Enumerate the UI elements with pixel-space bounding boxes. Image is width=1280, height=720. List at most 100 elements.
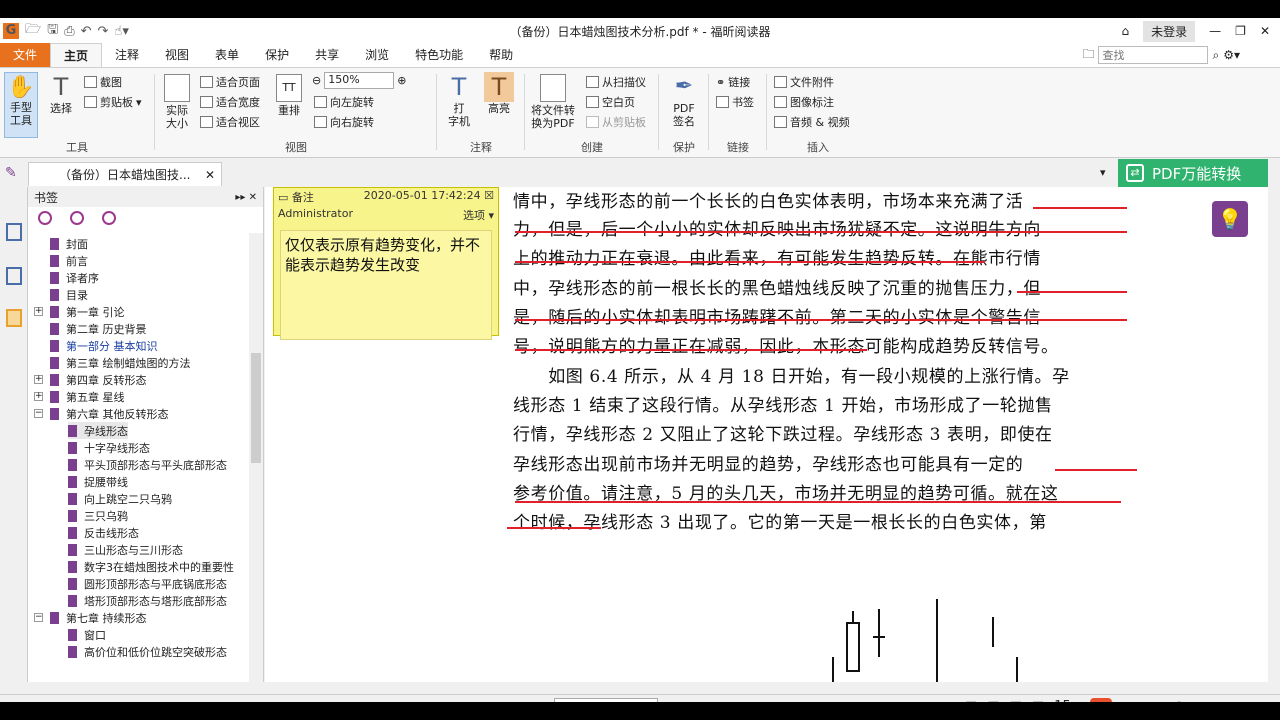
close-icon[interactable]: ✕ [1260, 24, 1270, 38]
settings-gear-icon[interactable]: ⚙▾ [1223, 48, 1240, 62]
tab-close-icon[interactable]: ✕ [205, 168, 215, 182]
bookmark-item[interactable]: 平头顶部形态与平头底部形态 [68, 456, 227, 473]
ime-chinese-icon[interactable]: 中 [1118, 700, 1130, 703]
bookmark-item[interactable]: 第七章 持续形态 [50, 609, 147, 626]
fit-area-button[interactable]: 适合视区 [200, 114, 260, 130]
bookmark-item[interactable]: 三只乌鸦 [68, 507, 128, 524]
bookmark-item[interactable]: 第一部分 基本知识 [50, 337, 158, 354]
file-attachment-button[interactable]: 文件附件 [774, 74, 834, 90]
bookmark-item[interactable]: 向上跳空二只乌鸦 [68, 490, 172, 507]
tab-comment[interactable]: 注释 [102, 43, 152, 67]
audio-video-button[interactable]: 音频 & 视频 [774, 114, 850, 130]
collapse-icon[interactable]: − [34, 613, 43, 622]
comments-panel-icon[interactable] [6, 309, 22, 327]
tab-form[interactable]: 表单 [202, 43, 252, 67]
sogou-ime-icon[interactable]: S [1090, 698, 1112, 702]
bookmark-item[interactable]: 圆形顶部形态与平底锅底形态 [68, 575, 227, 592]
pdf-sign-button[interactable]: ✒ PDF 签名 [666, 72, 702, 128]
bookmark-item[interactable]: 译者序 [50, 269, 99, 286]
note-close-icon[interactable]: ☒ [484, 189, 494, 202]
zoom-level[interactable]: 15 [1054, 699, 1071, 702]
expand-icon[interactable]: + [34, 392, 43, 401]
hand-dropdown-icon[interactable]: ☝▾ [114, 24, 128, 39]
tab-protect[interactable]: 保护 [252, 43, 302, 67]
bookmark-item[interactable]: 第三章 绘制蜡烛图的方法 [50, 354, 191, 371]
bookmark-scroll-thumb[interactable] [251, 353, 261, 463]
pdf-convert-button[interactable]: ⇄ PDF万能转换 [1118, 159, 1268, 187]
ime-shirt-icon[interactable]: 👕 [1212, 701, 1227, 702]
bookmark-item[interactable]: 第一章 引论 [50, 303, 125, 320]
bookmark-item[interactable]: 第四章 反转形态 [50, 371, 147, 388]
reflow-button[interactable]: TT 重排 [274, 74, 304, 117]
expand-icon[interactable]: + [34, 375, 43, 384]
expand-icon[interactable]: + [34, 307, 43, 316]
bookmark-item[interactable]: 第五章 星线 [50, 388, 125, 405]
tab-view[interactable]: 视图 [152, 43, 202, 67]
cover-icon[interactable]: ▦ [1032, 699, 1044, 702]
menu-file[interactable]: 文件 [0, 43, 50, 67]
bookmark-item[interactable]: 塔形顶部形态与塔形底部形态 [68, 592, 227, 609]
bookmarks-panel-icon[interactable] [6, 223, 22, 241]
tab-list-dropdown-icon[interactable]: ▾ [1100, 166, 1106, 179]
page-number-input[interactable] [554, 698, 659, 702]
print-icon[interactable]: ⎙ [64, 24, 74, 39]
bookmark-options-icon[interactable] [102, 211, 116, 225]
horizontal-scrollbar[interactable] [385, 682, 1268, 694]
fit-width-button[interactable]: 适合宽度 [200, 94, 260, 110]
bookmark-item[interactable]: 高价位和低价位跳空突破形态 [68, 643, 227, 660]
highlight-button[interactable]: T 高亮 [482, 72, 516, 115]
actual-size-button[interactable]: 实际 大小 [160, 74, 194, 130]
zoom-select[interactable]: 150% [324, 72, 395, 89]
rotate-right-button[interactable]: 向右旋转 [314, 114, 374, 130]
ime-keyboard-icon[interactable]: ⌨ [1189, 701, 1206, 702]
search-input[interactable] [1098, 46, 1209, 64]
open-icon[interactable]: 🗁 [25, 20, 41, 42]
bookmark-item[interactable]: 捉腰带线 [68, 473, 128, 490]
bookmark-item[interactable]: 目录 [50, 286, 88, 303]
from-clipboard-button[interactable]: 从剪贴板 [586, 114, 646, 130]
ime-emoji-icon[interactable]: ☺ [1150, 701, 1163, 702]
bookmark-item[interactable]: 孕线形态 [68, 422, 128, 439]
search-icon[interactable]: ⌕ [1212, 48, 1219, 63]
zoom-control[interactable]: ⊖ 150% ⊕ [312, 72, 406, 89]
clipboard-button[interactable]: 剪贴板 ▾ [84, 94, 142, 110]
add-bookmark-icon[interactable] [70, 211, 84, 225]
bookmark-item[interactable]: 三山形态与三川形态 [68, 541, 183, 558]
bookmark-item[interactable]: 数字3在蜡烛图技术中的重要性 [68, 558, 234, 575]
document-tab[interactable]: （备份）日本蜡烛图技... ✕ [28, 162, 222, 186]
note-options-button[interactable]: 选项 ▾ [463, 207, 494, 223]
minimize-icon[interactable]: — [1209, 24, 1221, 38]
ime-grid-icon[interactable]: ⊞ [1233, 701, 1243, 702]
save-icon[interactable]: 🖫 [47, 20, 58, 42]
ime-punct-icon[interactable]: ·, [1136, 701, 1144, 702]
tab-help[interactable]: 帮助 [476, 43, 526, 67]
delete-bookmark-icon[interactable] [38, 211, 52, 225]
next-page-icon[interactable]: ▶ [666, 700, 675, 702]
login-button[interactable]: 未登录 [1143, 20, 1196, 42]
bookmark-item[interactable]: 十字孕线形态 [68, 439, 150, 456]
hand-tool-button[interactable]: ✋ 手型 工具 [4, 72, 38, 138]
snapshot-button[interactable]: 截图 [84, 74, 122, 90]
typewriter-button[interactable]: T 打 字机 [442, 72, 476, 128]
tab-browse[interactable]: 浏览 [352, 43, 402, 67]
rotate-left-button[interactable]: 向左旋转 [314, 94, 374, 110]
prev-page-icon[interactable]: ◀ [537, 700, 546, 702]
bookmark-scrollbar[interactable] [249, 233, 263, 682]
bookmark-item[interactable]: 反击线形态 [68, 524, 139, 541]
single-page-icon[interactable]: ▤ [965, 699, 977, 702]
tab-share[interactable]: 共享 [302, 43, 352, 67]
zoom-in-icon[interactable]: ⊕ [397, 74, 406, 87]
link-button[interactable]: ⚭ 链接 [716, 74, 750, 90]
bookmark-item[interactable]: 前言 [50, 252, 88, 269]
restore-icon[interactable]: ❐ [1235, 24, 1246, 38]
select-tool-button[interactable]: T 选择 [44, 72, 78, 115]
continuous-icon[interactable]: ▥ [987, 699, 999, 702]
bookmark-item[interactable]: 窗口 [68, 626, 106, 643]
bookmark-item[interactable]: 封面 [50, 235, 88, 252]
from-scanner-button[interactable]: 从扫描仪 [586, 74, 646, 90]
panel-collapse-icon[interactable]: ▸▸ ✕ [235, 192, 257, 203]
tab-home[interactable]: 主页 [50, 43, 103, 67]
zoom-out-icon[interactable]: ⊖ [312, 74, 321, 87]
ime-mic-icon[interactable]: 🎤 [1168, 701, 1183, 702]
tips-bulb-icon[interactable]: 💡 [1212, 201, 1248, 237]
